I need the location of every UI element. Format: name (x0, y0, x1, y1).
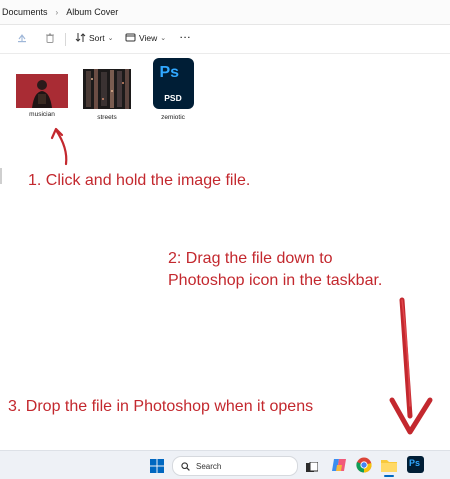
file-name: musician (29, 111, 55, 118)
copilot-icon[interactable] (331, 457, 347, 478)
instruction-step-2-line-2: Photoshop icon in the taskbar. (168, 272, 383, 289)
toolbar-divider (65, 33, 66, 46)
file-name: streets (97, 114, 117, 121)
streets-thumbnail (83, 69, 131, 109)
taskbar: Search Ps (0, 450, 450, 479)
instruction-step-3: 3. Drop the file in Photoshop when it op… (8, 398, 314, 415)
down-arrow-icon (389, 297, 433, 435)
instruction-step-2-line-1: 2: Drag the file down to (168, 250, 333, 267)
delete-icon[interactable] (44, 32, 56, 44)
file-item-zemiotic[interactable]: Ps PSD zemiotic (145, 58, 201, 121)
more-options-button[interactable]: ··· (180, 32, 192, 42)
photoshop-file-icon: Ps PSD (152, 58, 194, 109)
photoshop-taskbar-badge: Ps (409, 458, 421, 468)
windows-start-icon[interactable] (150, 459, 164, 478)
share-icon[interactable] (16, 32, 28, 44)
ps-badge-text: Ps (159, 64, 180, 81)
photoshop-taskbar-icon[interactable]: Ps (407, 456, 424, 473)
breadcrumb-album-cover[interactable]: Album Cover (64, 7, 120, 17)
search-placeholder: Search (196, 461, 222, 471)
breadcrumb-documents[interactable]: Documents (0, 7, 50, 17)
chevron-right-icon: › (55, 7, 59, 17)
chrome-icon[interactable] (356, 457, 372, 478)
psd-badge-text: PSD (164, 93, 182, 103)
file-item-streets[interactable]: streets (79, 69, 135, 121)
sort-button[interactable]: Sort ⌄ (75, 32, 113, 43)
task-view-icon[interactable] (306, 460, 319, 478)
breadcrumb: Documents › Album Cover (0, 0, 450, 25)
chevron-down-icon: ⌄ (107, 34, 114, 42)
taskbar-search-box[interactable]: Search (172, 456, 298, 476)
text-cursor-mark (0, 168, 2, 184)
file-item-musician[interactable]: musician (14, 74, 70, 118)
musician-thumbnail (16, 74, 68, 108)
toolbar: Sort ⌄ View ⌄ ··· (0, 25, 450, 54)
instruction-step-1: 1. Click and hold the image file. (28, 172, 251, 189)
search-icon (181, 461, 190, 471)
sort-label: Sort (89, 32, 105, 43)
chevron-down-icon: ⌄ (160, 34, 167, 42)
file-name: zemiotic (161, 114, 185, 121)
file-explorer-active-indicator (384, 475, 394, 477)
curved-arrow-icon (50, 127, 68, 166)
view-button[interactable]: View ⌄ (125, 32, 166, 43)
sort-icon (75, 33, 86, 42)
view-label: View (139, 32, 158, 43)
view-icon (125, 33, 136, 42)
